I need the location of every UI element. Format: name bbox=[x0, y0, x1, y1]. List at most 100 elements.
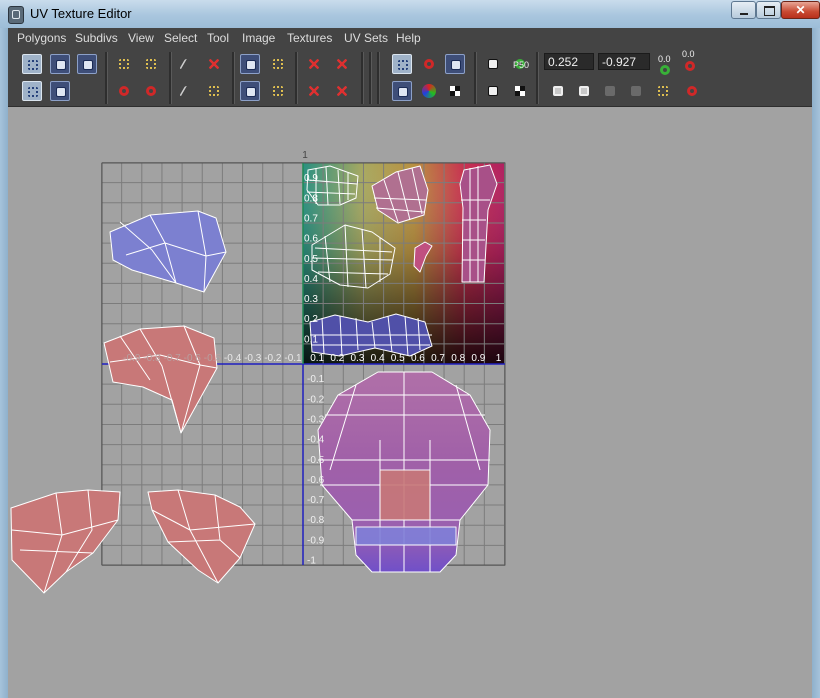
u-tick-label-faint: -0.8 bbox=[143, 353, 161, 364]
u-tick-label: 0.7 bbox=[431, 353, 445, 364]
menu-bar: Polygons Subdivs View Select Tool Image … bbox=[8, 28, 812, 48]
menu-view[interactable]: View bbox=[128, 31, 154, 45]
paste-v-icon[interactable] bbox=[626, 81, 646, 101]
uv-texture-editor-window: UV Texture Editor ✕ Polygons Subdivs Vie… bbox=[0, 0, 820, 698]
uv-canvas[interactable]: 0.1 0.2 0.3 0.4 0.5 0.6 0.7 0.8 0.9 1-0.4 -0.3 -0.2… bbox=[8, 107, 812, 698]
menu-subdivs[interactable]: Subdivs bbox=[75, 31, 118, 45]
u-tick-label: -0.4 bbox=[224, 353, 242, 364]
align-icon[interactable] bbox=[268, 81, 288, 101]
menu-textures[interactable]: Textures bbox=[287, 31, 332, 45]
v-tick-label: 0.4 bbox=[304, 274, 318, 285]
minimize-button[interactable] bbox=[731, 1, 756, 19]
image-display-icon[interactable] bbox=[445, 54, 465, 74]
split-icon[interactable] bbox=[177, 81, 197, 101]
v-tick-label: 0.5 bbox=[304, 254, 318, 265]
paste-uv-icon[interactable] bbox=[574, 81, 594, 101]
v-tick-label: 0.6 bbox=[304, 234, 318, 245]
u-value-field[interactable]: 0.252 bbox=[544, 53, 594, 70]
v-tick-label: 0.3 bbox=[304, 294, 318, 305]
refresh-u-icon[interactable] bbox=[655, 60, 671, 76]
u-tick-label-faint: -0.7 bbox=[163, 353, 181, 364]
relax-icon[interactable] bbox=[240, 81, 260, 101]
v-tick-label: 0.1 bbox=[304, 334, 318, 345]
flip-u-icon[interactable] bbox=[114, 54, 134, 74]
rgb-channels-icon[interactable] bbox=[419, 81, 439, 101]
dim-image-icon[interactable] bbox=[483, 54, 503, 74]
maximize-button[interactable] bbox=[756, 1, 781, 19]
u-tick-label: 0.1 bbox=[310, 353, 324, 364]
layout-icon[interactable] bbox=[240, 54, 260, 74]
uv-smudge-icon[interactable] bbox=[50, 81, 70, 101]
sew-uv-icon[interactable] bbox=[204, 54, 224, 74]
flip-v-icon[interactable] bbox=[141, 54, 161, 74]
texture-borders-icon[interactable] bbox=[392, 81, 412, 101]
u-tick-label-faint: -0.6 bbox=[184, 353, 202, 364]
refresh-v-icon[interactable] bbox=[680, 56, 698, 74]
delete-uv-icon[interactable] bbox=[682, 81, 702, 101]
snap-left-icon[interactable] bbox=[304, 54, 324, 74]
v-tick-label: 0.9 bbox=[304, 173, 318, 184]
copy-uv-icon[interactable] bbox=[548, 81, 568, 101]
v-tick-label: -0.7 bbox=[307, 495, 325, 506]
u-tick-label: -0.2 bbox=[264, 353, 282, 364]
cut-uv-icon[interactable] bbox=[177, 54, 197, 74]
uv-shell-pink-upper[interactable] bbox=[103, 325, 218, 434]
cycle-uv-icon[interactable] bbox=[653, 81, 673, 101]
rotate-cw-icon[interactable] bbox=[141, 81, 161, 101]
window-frame-left bbox=[0, 28, 8, 698]
menu-select[interactable]: Select bbox=[164, 31, 197, 45]
snap-right-icon[interactable] bbox=[332, 54, 352, 74]
title-bar[interactable]: UV Texture Editor ✕ bbox=[0, 0, 820, 29]
v-tick-label: -0.1 bbox=[307, 374, 325, 385]
u-tick-label: 0.5 bbox=[391, 353, 405, 364]
menu-uv-sets[interactable]: UV Sets bbox=[344, 31, 388, 45]
uv-shell-pink-left[interactable] bbox=[10, 489, 121, 594]
v-tick-label: -0.9 bbox=[307, 535, 325, 546]
snap-down-icon[interactable] bbox=[304, 81, 324, 101]
magnet-icon[interactable] bbox=[419, 54, 439, 74]
uv-shell-head-jaw bbox=[355, 526, 457, 546]
checker-icon[interactable] bbox=[445, 81, 465, 101]
v-value-field[interactable]: -0.927 bbox=[598, 53, 650, 70]
menu-tool[interactable]: Tool bbox=[207, 31, 229, 45]
toolbar-separator bbox=[536, 52, 539, 104]
toolbar-separator bbox=[474, 52, 477, 104]
v-tick-label: 0.8 bbox=[304, 193, 318, 204]
uv-editor-viewport[interactable]: 0.1 0.2 0.3 0.4 0.5 0.6 0.7 0.8 0.9 1 -0.4 -0.3 -0.2… bbox=[8, 107, 812, 698]
v-tick-label: -0.2 bbox=[307, 394, 325, 405]
paste-u-icon[interactable] bbox=[600, 81, 620, 101]
v-tick-label: -0.6 bbox=[307, 475, 325, 486]
menu-polygons[interactable]: Polygons bbox=[17, 31, 66, 45]
u-tick-label: -0.3 bbox=[244, 353, 262, 364]
v-tick-label: -0.8 bbox=[307, 515, 325, 526]
uv-shell-pink-right[interactable] bbox=[147, 489, 256, 584]
window-frame-right bbox=[812, 28, 820, 698]
v-tick-label: -0.3 bbox=[307, 414, 325, 425]
u-tick-label-faint: -0.9 bbox=[123, 353, 141, 364]
snap-up-icon[interactable] bbox=[332, 81, 352, 101]
editor-client-area: Polygons Subdivs View Select Tool Image … bbox=[8, 28, 812, 698]
toolbar-separator bbox=[361, 52, 364, 104]
isolate-icon[interactable] bbox=[483, 81, 503, 101]
toolbar-separator bbox=[232, 52, 235, 104]
u-tick-label-faint: -0.5 bbox=[204, 353, 222, 364]
close-button[interactable]: ✕ bbox=[781, 1, 820, 19]
uv-paint-icon[interactable] bbox=[77, 54, 97, 74]
uv-move-icon[interactable] bbox=[50, 54, 70, 74]
unfold-icon[interactable] bbox=[268, 54, 288, 74]
v-tick-label: -0.5 bbox=[307, 455, 325, 466]
u-tick-label: 0.4 bbox=[371, 353, 385, 364]
uv-lattice-icon[interactable] bbox=[22, 81, 42, 101]
grid-uv-icon[interactable] bbox=[392, 54, 412, 74]
menu-help[interactable]: Help bbox=[396, 31, 421, 45]
uv-shell-head-center bbox=[379, 469, 431, 521]
v-tick-label: 0.7 bbox=[304, 213, 318, 224]
toolbar: P50 0.252 -0.927 0.0 0.0 bbox=[8, 48, 812, 107]
u-tick-label: 0.6 bbox=[411, 353, 425, 364]
menu-image[interactable]: Image bbox=[242, 31, 275, 45]
shade-uvs-icon[interactable] bbox=[510, 81, 530, 101]
merge-icon[interactable] bbox=[204, 81, 224, 101]
rotate-ccw-icon[interactable] bbox=[114, 81, 134, 101]
uv-select-icon[interactable] bbox=[22, 54, 42, 74]
app-icon[interactable] bbox=[8, 6, 24, 24]
